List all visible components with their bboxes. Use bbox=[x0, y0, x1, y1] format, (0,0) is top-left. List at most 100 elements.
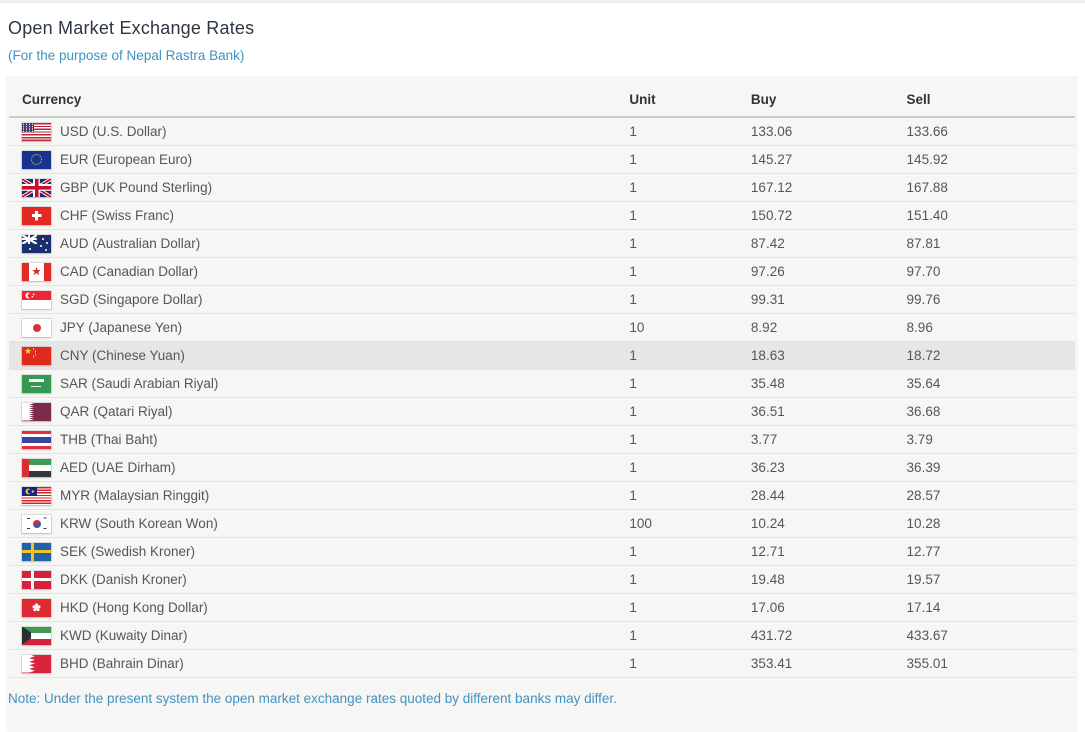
sell-cell: 19.57 bbox=[907, 566, 1075, 594]
currency-cell: BHD (Bahrain Dinar) bbox=[9, 650, 629, 678]
currency-cell: HKD (Hong Kong Dollar) bbox=[9, 594, 629, 622]
krw-flag-icon bbox=[22, 515, 51, 533]
buy-cell: 36.23 bbox=[751, 454, 907, 482]
unit-cell: 1 bbox=[629, 117, 751, 146]
unit-cell: 100 bbox=[629, 510, 751, 538]
currency-label: GBP (UK Pound Sterling) bbox=[60, 180, 212, 195]
table-row-myr[interactable]: MYR (Malaysian Ringgit) 1 28.44 28.57 bbox=[9, 482, 1075, 510]
table-row-hkd[interactable]: HKD (Hong Kong Dollar) 1 17.06 17.14 bbox=[9, 594, 1075, 622]
currency-label: JPY (Japanese Yen) bbox=[60, 320, 182, 335]
currency-label: AED (UAE Dirham) bbox=[60, 460, 176, 475]
exchange-rates-panel: Currency Unit Buy Sell USD (U.S. Dollar)… bbox=[6, 76, 1078, 732]
table-row-cny[interactable]: CNY (Chinese Yuan) 1 18.63 18.72 bbox=[9, 342, 1075, 370]
unit-cell: 1 bbox=[629, 174, 751, 202]
currency-label: QAR (Qatari Riyal) bbox=[60, 404, 173, 419]
currency-label: USD (U.S. Dollar) bbox=[60, 124, 167, 139]
bhd-flag-icon bbox=[22, 655, 51, 673]
sell-cell: 3.79 bbox=[907, 426, 1075, 454]
currency-label: MYR (Malaysian Ringgit) bbox=[60, 488, 209, 503]
buy-cell: 3.77 bbox=[751, 426, 907, 454]
table-row-bhd[interactable]: BHD (Bahrain Dinar) 1 353.41 355.01 bbox=[9, 650, 1075, 678]
sell-cell: 8.96 bbox=[907, 314, 1075, 342]
currency-label: AUD (Australian Dollar) bbox=[60, 236, 200, 251]
sek-flag-icon bbox=[22, 543, 51, 561]
sell-cell: 355.01 bbox=[907, 650, 1075, 678]
table-row-jpy[interactable]: JPY (Japanese Yen) 10 8.92 8.96 bbox=[9, 314, 1075, 342]
currency-label: SEK (Swedish Kroner) bbox=[60, 544, 195, 559]
column-header-currency: Currency bbox=[9, 82, 629, 117]
aud-flag-icon bbox=[22, 235, 51, 253]
note-text: Note: Under the present system the open … bbox=[8, 690, 1070, 707]
buy-cell: 28.44 bbox=[751, 482, 907, 510]
table-row-gbp[interactable]: GBP (UK Pound Sterling) 1 167.12 167.88 bbox=[9, 174, 1075, 202]
buy-cell: 353.41 bbox=[751, 650, 907, 678]
currency-cell: SGD (Singapore Dollar) bbox=[9, 286, 629, 314]
unit-cell: 1 bbox=[629, 426, 751, 454]
table-row-qar[interactable]: QAR (Qatari Riyal) 1 36.51 36.68 bbox=[9, 398, 1075, 426]
page-title: Open Market Exchange Rates bbox=[8, 16, 1077, 40]
aed-flag-icon bbox=[22, 459, 51, 477]
currency-cell: JPY (Japanese Yen) bbox=[9, 314, 629, 342]
unit-cell: 1 bbox=[629, 482, 751, 510]
sell-cell: 28.57 bbox=[907, 482, 1075, 510]
sell-cell: 10.28 bbox=[907, 510, 1075, 538]
buy-cell: 18.63 bbox=[751, 342, 907, 370]
table-row-aud[interactable]: AUD (Australian Dollar) 1 87.42 87.81 bbox=[9, 230, 1075, 258]
currency-cell: CNY (Chinese Yuan) bbox=[9, 342, 629, 370]
buy-cell: 167.12 bbox=[751, 174, 907, 202]
currency-label: BHD (Bahrain Dinar) bbox=[60, 656, 184, 671]
currency-label: HKD (Hong Kong Dollar) bbox=[60, 600, 208, 615]
table-row-chf[interactable]: CHF (Swiss Franc) 1 150.72 151.40 bbox=[9, 202, 1075, 230]
unit-cell: 1 bbox=[629, 370, 751, 398]
table-row-thb[interactable]: THB (Thai Baht) 1 3.77 3.79 bbox=[9, 426, 1075, 454]
unit-cell: 1 bbox=[629, 650, 751, 678]
buy-cell: 8.92 bbox=[751, 314, 907, 342]
table-row-sgd[interactable]: SGD (Singapore Dollar) 1 99.31 99.76 bbox=[9, 286, 1075, 314]
currency-cell: USD (U.S. Dollar) bbox=[9, 117, 629, 146]
currency-label: KRW (South Korean Won) bbox=[60, 516, 218, 531]
thb-flag-icon bbox=[22, 431, 51, 449]
unit-cell: 1 bbox=[629, 454, 751, 482]
unit-cell: 1 bbox=[629, 594, 751, 622]
table-row-dkk[interactable]: DKK (Danish Kroner) 1 19.48 19.57 bbox=[9, 566, 1075, 594]
column-header-sell: Sell bbox=[907, 82, 1075, 117]
jpy-flag-icon bbox=[22, 319, 51, 337]
column-header-unit: Unit bbox=[629, 82, 751, 117]
sell-cell: 133.66 bbox=[907, 117, 1075, 146]
buy-cell: 150.72 bbox=[751, 202, 907, 230]
sell-cell: 97.70 bbox=[907, 258, 1075, 286]
currency-cell: QAR (Qatari Riyal) bbox=[9, 398, 629, 426]
buy-cell: 36.51 bbox=[751, 398, 907, 426]
unit-cell: 1 bbox=[629, 342, 751, 370]
chf-flag-icon bbox=[22, 207, 51, 225]
sell-cell: 87.81 bbox=[907, 230, 1075, 258]
table-row-aed[interactable]: AED (UAE Dirham) 1 36.23 36.39 bbox=[9, 454, 1075, 482]
currency-cell: CHF (Swiss Franc) bbox=[9, 202, 629, 230]
unit-cell: 1 bbox=[629, 202, 751, 230]
sell-cell: 99.76 bbox=[907, 286, 1075, 314]
table-row-krw[interactable]: KRW (South Korean Won) 100 10.24 10.28 bbox=[9, 510, 1075, 538]
currency-label: CAD (Canadian Dollar) bbox=[60, 264, 198, 279]
sell-cell: 18.72 bbox=[907, 342, 1075, 370]
currency-cell: EUR (European Euro) bbox=[9, 146, 629, 174]
table-row-eur[interactable]: EUR (European Euro) 1 145.27 145.92 bbox=[9, 146, 1075, 174]
hkd-flag-icon bbox=[22, 599, 51, 617]
buy-cell: 17.06 bbox=[751, 594, 907, 622]
unit-cell: 1 bbox=[629, 398, 751, 426]
buy-cell: 19.48 bbox=[751, 566, 907, 594]
buy-cell: 99.31 bbox=[751, 286, 907, 314]
column-header-buy: Buy bbox=[751, 82, 907, 117]
sell-cell: 167.88 bbox=[907, 174, 1075, 202]
table-row-usd[interactable]: USD (U.S. Dollar) 1 133.06 133.66 bbox=[9, 117, 1075, 146]
table-row-sar[interactable]: SAR (Saudi Arabian Riyal) 1 35.48 35.64 bbox=[9, 370, 1075, 398]
table-row-sek[interactable]: SEK (Swedish Kroner) 1 12.71 12.77 bbox=[9, 538, 1075, 566]
table-row-kwd[interactable]: KWD (Kuwaity Dinar) 1 431.72 433.67 bbox=[9, 622, 1075, 650]
currency-cell: DKK (Danish Kroner) bbox=[9, 566, 629, 594]
dkk-flag-icon bbox=[22, 571, 51, 589]
table-row-cad[interactable]: CAD (Canadian Dollar) 1 97.26 97.70 bbox=[9, 258, 1075, 286]
table-header-row: Currency Unit Buy Sell bbox=[9, 82, 1075, 117]
page-header: Open Market Exchange Rates (For the purp… bbox=[0, 3, 1085, 64]
currency-cell: KWD (Kuwaity Dinar) bbox=[9, 622, 629, 650]
currency-cell: AED (UAE Dirham) bbox=[9, 454, 629, 482]
buy-cell: 10.24 bbox=[751, 510, 907, 538]
